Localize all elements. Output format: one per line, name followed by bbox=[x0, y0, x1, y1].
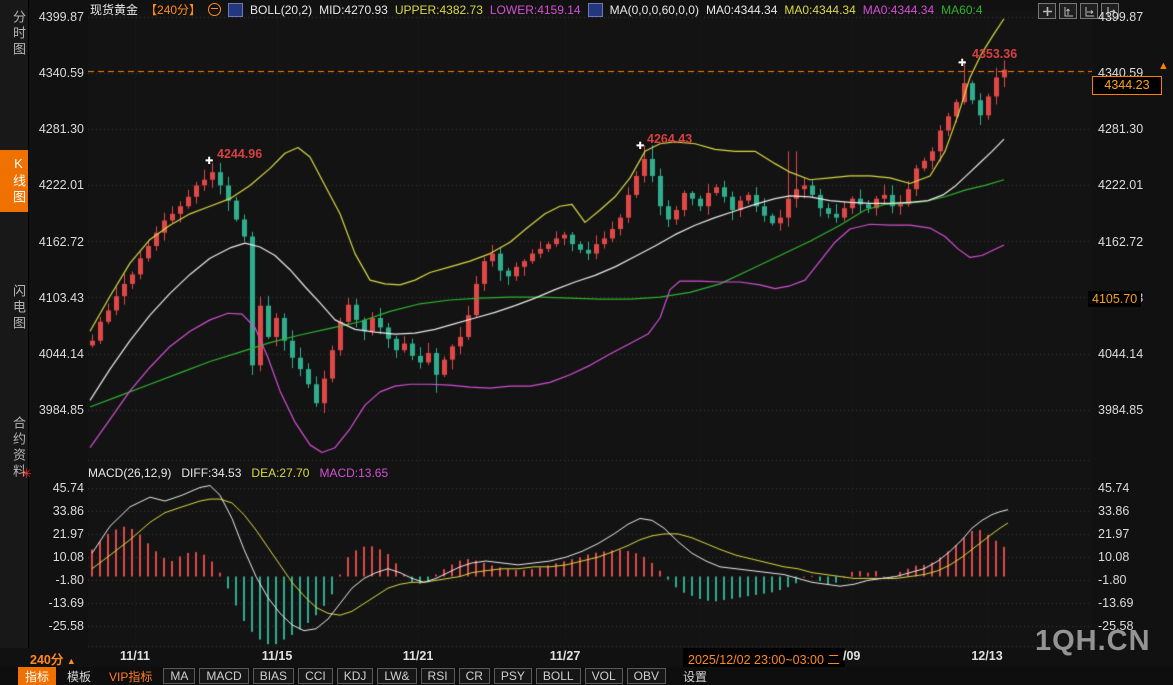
macd-dea-value: DEA:27.70 bbox=[251, 466, 309, 480]
macd-title: MACD(26,12,9) bbox=[88, 466, 171, 480]
sidebar-item-lightning-chart[interactable]: 闪电图 bbox=[0, 278, 28, 338]
macd-label-left: -1.80 bbox=[34, 573, 84, 587]
alert-flash-icon[interactable]: ✳ bbox=[21, 466, 32, 482]
macd-label-right: -1.80 bbox=[1098, 573, 1127, 587]
jump-to-latest-icon[interactable]: ▲ bbox=[1158, 60, 1169, 72]
date-tick: 11/11 bbox=[120, 649, 150, 663]
date-tick: 11/27 bbox=[550, 649, 581, 663]
tab-vip-indicator[interactable]: VIP指标 bbox=[102, 667, 159, 685]
chart-header: 现货黄金 【240分】 BOLL(20,2) MID:4270.93 UPPER… bbox=[90, 2, 983, 17]
peak-price-label: 4244.96 bbox=[217, 147, 262, 161]
sidebar-item-time-chart[interactable]: 分时图 bbox=[0, 4, 28, 64]
tab-ma[interactable]: MA bbox=[163, 668, 195, 684]
date-tick-partial: /09 bbox=[843, 649, 860, 663]
price-label-left: 3984.85 bbox=[34, 403, 84, 417]
tab-rsi[interactable]: RSI bbox=[421, 668, 455, 684]
price-label-left: 4340.59 bbox=[34, 66, 84, 80]
macd-label-right: 45.74 bbox=[1098, 481, 1129, 495]
date-tick: 11/21 bbox=[403, 649, 434, 663]
tab-lw[interactable]: LW& bbox=[377, 668, 416, 684]
price-label-right: 4162.72 bbox=[1098, 235, 1143, 249]
timeframe-selector[interactable]: 240分 ▲ bbox=[30, 649, 76, 668]
macd-label-right: 33.86 bbox=[1098, 504, 1129, 518]
ma60-value: MA60:4 bbox=[941, 3, 982, 17]
tab-indicator[interactable]: 指标 bbox=[18, 667, 56, 685]
tab-cr[interactable]: CR bbox=[459, 668, 490, 684]
tab-cci[interactable]: CCI bbox=[298, 668, 333, 684]
price-label-right: 4044.14 bbox=[1098, 347, 1143, 361]
macd-header: MACD(26,12,9) DIFF:34.53 DEA:27.70 MACD:… bbox=[88, 466, 388, 480]
last-price-badge: 4344.23 bbox=[1092, 76, 1162, 95]
macd-label-left: 45.74 bbox=[34, 481, 84, 495]
price-label-right: 4222.01 bbox=[1098, 178, 1143, 192]
alert-price-badge: 4105.70 bbox=[1088, 291, 1141, 307]
candlestick-chart-canvas[interactable] bbox=[88, 10, 1092, 648]
tab-obv[interactable]: OBV bbox=[627, 668, 666, 684]
macd-label-left: -25.58 bbox=[34, 619, 84, 633]
x-axis: 240分 ▲ 11/11 11/15 11/21 11/27 2025/12/0… bbox=[0, 648, 1173, 666]
macd-label-left: 21.97 bbox=[34, 527, 84, 541]
pan-tool-icon[interactable] bbox=[1038, 3, 1056, 19]
trading-terminal: 分时图 K线图 闪电图 合约资料 ✳ 现货黄金 【240分】 BOLL(20,2… bbox=[0, 0, 1173, 685]
macd-label-left: -13.69 bbox=[34, 596, 84, 610]
macd-diff-value: DIFF:34.53 bbox=[181, 466, 241, 480]
price-label-left: 4222.01 bbox=[34, 178, 84, 192]
tab-vol[interactable]: VOL bbox=[585, 668, 623, 684]
macd-label-right: 10.08 bbox=[1098, 550, 1129, 564]
instrument-name: 现货黄金 bbox=[90, 1, 138, 18]
price-label-left: 4281.30 bbox=[34, 122, 84, 136]
site-watermark: 1QH.CN bbox=[1035, 625, 1151, 658]
tab-bias[interactable]: BIAS bbox=[253, 668, 294, 684]
peak-cross-marker: ✚ bbox=[958, 58, 966, 69]
price-label-left: 4162.72 bbox=[34, 235, 84, 249]
boll-label: BOLL(20,2) bbox=[250, 3, 312, 17]
peak-price-label: 4353.36 bbox=[972, 47, 1017, 61]
boll-indicator-icon[interactable] bbox=[228, 3, 243, 17]
boll-upper-value: UPPER:4382.73 bbox=[395, 3, 483, 17]
ma-label: MA(0,0,0,60,0,0) bbox=[610, 3, 699, 17]
ma0-value-white: MA0:4344.34 bbox=[706, 3, 777, 17]
price-label-left: 4103.43 bbox=[34, 291, 84, 305]
peak-cross-marker: ✚ bbox=[205, 156, 213, 167]
ma0-value-magenta: MA0:4344.34 bbox=[863, 3, 934, 17]
macd-label-left: 33.86 bbox=[34, 504, 84, 518]
tab-psy[interactable]: PSY bbox=[494, 668, 532, 684]
indicator-tabbar: 指标 模板 VIP指标 MA MACD BIAS CCI KDJ LW& RSI… bbox=[0, 667, 1173, 685]
scale-right-icon[interactable] bbox=[1080, 3, 1098, 19]
price-label-left: 4044.14 bbox=[34, 347, 84, 361]
macd-macd-value: MACD:13.65 bbox=[319, 466, 388, 480]
macd-label-right: 21.97 bbox=[1098, 527, 1129, 541]
sidebar-item-kline-chart[interactable]: K线图 bbox=[0, 150, 28, 212]
tab-template[interactable]: 模板 bbox=[60, 667, 98, 685]
tab-boll[interactable]: BOLL bbox=[536, 668, 581, 684]
price-label-right: 4281.30 bbox=[1098, 122, 1143, 136]
macd-label-left: 10.08 bbox=[34, 550, 84, 564]
left-sidebar: 分时图 K线图 闪电图 合约资料 bbox=[0, 0, 29, 648]
boll-mid-value: MID:4270.93 bbox=[319, 3, 388, 17]
timeframe-label[interactable]: 【240分】 bbox=[145, 1, 201, 18]
price-label-left: 4399.87 bbox=[34, 10, 84, 24]
tab-settings[interactable]: 设置 bbox=[676, 667, 714, 685]
ma-indicator-icon[interactable] bbox=[588, 3, 603, 17]
boll-lower-value: LOWER:4159.14 bbox=[490, 3, 581, 17]
timeframe-up-icon[interactable]: ▲ bbox=[67, 656, 76, 666]
ma0-value-yellow: MA0:4344.34 bbox=[784, 3, 855, 17]
macd-label-right: -13.69 bbox=[1098, 596, 1133, 610]
tab-kdj[interactable]: KDJ bbox=[337, 668, 374, 684]
date-tick: 12/13 bbox=[971, 649, 1002, 663]
price-label-right: 3984.85 bbox=[1098, 403, 1143, 417]
circle-minus-icon[interactable] bbox=[208, 3, 221, 16]
scale-up-icon[interactable] bbox=[1059, 3, 1077, 19]
peak-cross-marker: ✚ bbox=[636, 141, 644, 152]
price-label-right: 4399.87 bbox=[1098, 10, 1143, 24]
tab-macd[interactable]: MACD bbox=[199, 668, 248, 684]
peak-price-label: 4264.43 bbox=[647, 132, 692, 146]
date-tick: 11/15 bbox=[262, 649, 293, 663]
